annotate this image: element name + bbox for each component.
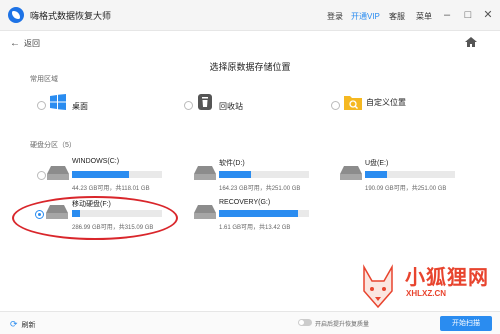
footer-bar: ⟳ 刷新 开启后提升恢复质量 开始扫描 bbox=[0, 311, 500, 334]
minimize-icon[interactable]: – bbox=[441, 9, 453, 21]
hard-drive-icon bbox=[340, 166, 362, 180]
recycle-bin-icon bbox=[198, 94, 212, 110]
disk-g-usage-fill bbox=[219, 210, 299, 217]
disk-d-name: 软件(D:) bbox=[219, 160, 245, 167]
radio-disk-c[interactable] bbox=[37, 171, 46, 180]
hard-drive-icon bbox=[47, 166, 69, 180]
disk-c-info: 44.23 GB可用，共118.01 GB bbox=[72, 186, 150, 192]
windows-icon bbox=[50, 94, 66, 110]
title-bar: 嗨格式数据恢复大师 登录 开通VIP 客服 菜单 – □ ✕ bbox=[0, 0, 500, 31]
disk-g-name: RECOVERY(G:) bbox=[219, 199, 271, 206]
menu-link[interactable]: 菜单 bbox=[416, 11, 432, 22]
back-button[interactable]: ← 返回 bbox=[10, 38, 40, 49]
radio-custom-location[interactable] bbox=[331, 101, 340, 110]
radio-desktop[interactable] bbox=[37, 101, 46, 110]
disk-d-usage-bar bbox=[219, 171, 309, 178]
disk-c-usage-fill bbox=[72, 171, 129, 178]
watermark-text: 小狐狸网 bbox=[405, 267, 489, 289]
quality-toggle-label: 开启后提升恢复质量 bbox=[315, 322, 370, 328]
disk-g-info: 1.61 GB可用，共13.42 GB bbox=[219, 225, 291, 231]
service-link[interactable]: 客服 bbox=[389, 11, 405, 22]
folder-search-icon bbox=[344, 96, 362, 110]
radio-recycle-bin[interactable] bbox=[184, 101, 193, 110]
disk-c-name: WINDOWS(C:) bbox=[72, 158, 120, 165]
maximize-icon[interactable]: □ bbox=[462, 9, 474, 21]
start-scan-button[interactable]: 开始扫描 bbox=[440, 316, 492, 331]
hard-drive-icon bbox=[194, 166, 216, 180]
disk-c-usage-bar bbox=[72, 171, 162, 178]
quality-toggle[interactable] bbox=[298, 319, 312, 326]
custom-location-label[interactable]: 自定义位置 bbox=[366, 97, 406, 108]
disk-e-info: 190.09 GB可用，共251.00 GB bbox=[365, 186, 447, 192]
close-icon[interactable]: ✕ bbox=[482, 9, 494, 21]
disk-section-title: 硬盘分区（5） bbox=[30, 142, 76, 149]
hard-drive-icon bbox=[194, 205, 216, 219]
common-section-title: 常用区域 bbox=[30, 76, 58, 83]
disk-d-usage-fill bbox=[219, 171, 251, 178]
disk-e-name: U盘(E:) bbox=[365, 160, 389, 167]
app-title: 嗨格式数据恢复大师 bbox=[30, 11, 112, 21]
refresh-button[interactable]: ⟳ 刷新 bbox=[10, 319, 36, 330]
page-heading: 选择原数据存储位置 bbox=[209, 62, 291, 72]
watermark-subtext: XHLXZ.CN bbox=[406, 289, 446, 298]
vip-link[interactable]: 开通VIP bbox=[351, 11, 380, 22]
back-arrow-icon: ← bbox=[10, 38, 20, 49]
desktop-label[interactable]: 桌面 bbox=[72, 101, 88, 112]
app-logo-icon bbox=[8, 7, 24, 23]
recycle-bin-label[interactable]: 回收站 bbox=[219, 101, 243, 112]
refresh-icon: ⟳ bbox=[10, 319, 18, 329]
disk-d-info: 164.23 GB可用，共251.00 GB bbox=[219, 186, 301, 192]
disk-e-usage-bar bbox=[365, 171, 455, 178]
disk-g-usage-bar bbox=[219, 210, 309, 217]
home-icon[interactable] bbox=[465, 37, 477, 47]
login-link[interactable]: 登录 bbox=[327, 11, 343, 22]
highlight-circle bbox=[12, 196, 178, 240]
disk-e-usage-fill bbox=[365, 171, 387, 178]
